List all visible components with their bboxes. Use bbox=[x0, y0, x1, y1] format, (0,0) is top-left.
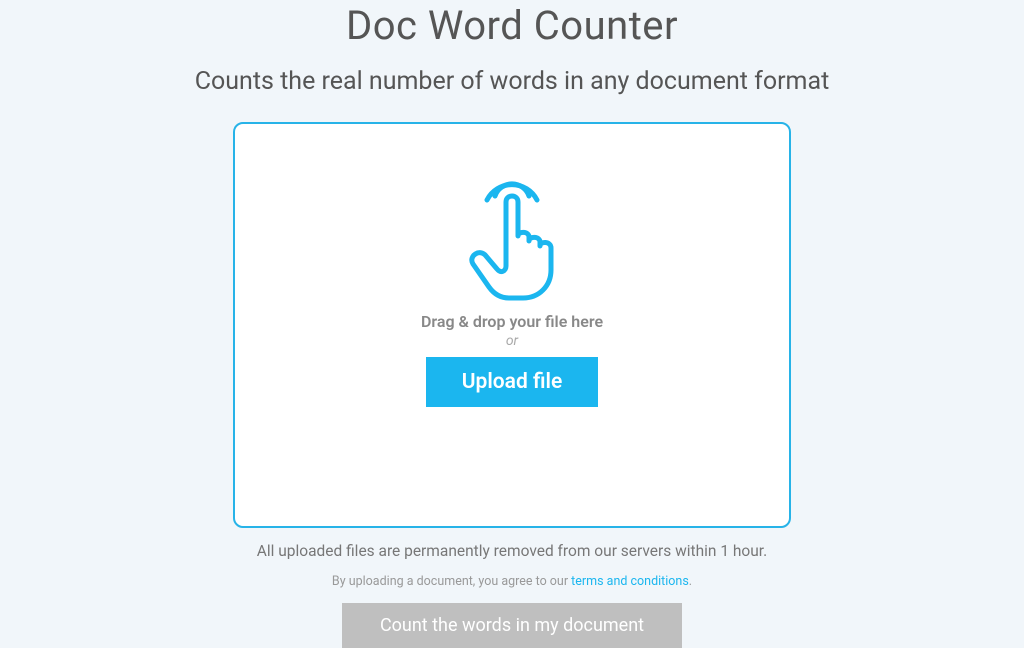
count-words-button[interactable]: Count the words in my document bbox=[342, 603, 682, 648]
page-title: Doc Word Counter bbox=[346, 2, 678, 49]
touch-hand-icon bbox=[457, 174, 567, 304]
or-text: or bbox=[506, 333, 518, 349]
agreement-text: By uploading a document, you agree to ou… bbox=[332, 574, 692, 589]
drag-drop-text: Drag & drop your file here bbox=[421, 312, 603, 331]
agreement-prefix: By uploading a document, you agree to ou… bbox=[332, 574, 571, 589]
terms-and-conditions-link[interactable]: terms and conditions bbox=[571, 574, 689, 589]
upload-file-button[interactable]: Upload file bbox=[426, 357, 599, 407]
page-subtitle: Counts the real number of words in any d… bbox=[195, 67, 830, 96]
agreement-suffix: . bbox=[689, 574, 692, 589]
file-dropzone[interactable]: Drag & drop your file here or Upload fil… bbox=[233, 122, 791, 528]
removal-notice: All uploaded files are permanently remov… bbox=[257, 542, 767, 560]
